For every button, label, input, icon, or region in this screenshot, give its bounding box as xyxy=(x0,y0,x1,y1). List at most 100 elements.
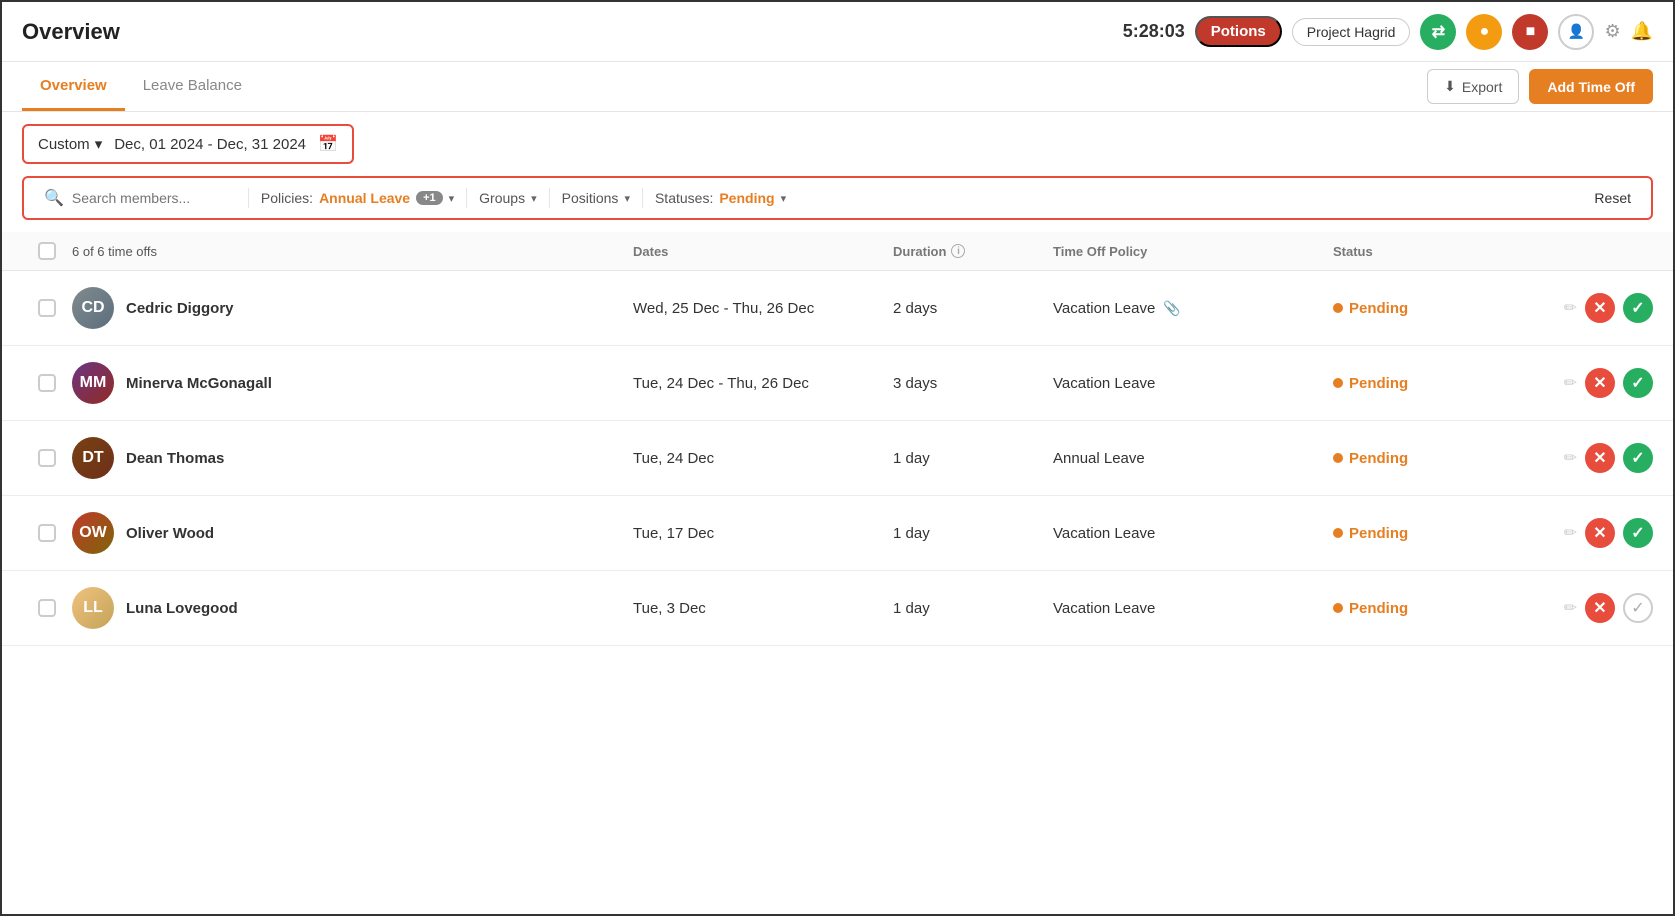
tab-leave-balance[interactable]: Leave Balance xyxy=(125,63,260,111)
policy-cell: Vacation Leave xyxy=(1053,525,1333,542)
divider-2 xyxy=(549,188,550,208)
row-checkbox[interactable] xyxy=(38,524,56,542)
duration-info-icon[interactable]: i xyxy=(951,244,965,258)
member-cell: MM Minerva McGonagall xyxy=(72,362,633,404)
deny-button[interactable]: ✕ xyxy=(1585,593,1615,623)
table-row: CD Cedric Diggory Wed, 25 Dec - Thu, 26 … xyxy=(2,271,1673,346)
time-off-table: 6 of 6 time offs Dates Duration i Time O… xyxy=(2,232,1673,646)
potions-badge[interactable]: Potions xyxy=(1195,16,1282,47)
row-checkbox[interactable] xyxy=(38,449,56,467)
status-dot-icon xyxy=(1333,603,1343,613)
avatar: MM xyxy=(72,362,114,404)
duration-cell: 3 days xyxy=(893,375,1053,392)
policy-name: Vacation Leave xyxy=(1053,375,1155,392)
avatar: DT xyxy=(72,437,114,479)
status-text: Pending xyxy=(1349,600,1408,617)
divider-1 xyxy=(466,188,467,208)
dates-cell: Tue, 3 Dec xyxy=(633,600,893,617)
deny-button[interactable]: ✕ xyxy=(1585,518,1615,548)
notifications-icon-button[interactable]: 🔔 xyxy=(1631,21,1653,42)
dates-cell: Wed, 25 Dec - Thu, 26 Dec xyxy=(633,300,893,317)
groups-chevron-icon: ▾ xyxy=(531,192,537,205)
edit-button[interactable]: ✏ xyxy=(1564,298,1577,318)
header-time: 5:28:03 xyxy=(1123,21,1185,42)
status-text: Pending xyxy=(1349,450,1408,467)
table-row: LL Luna Lovegood Tue, 3 Dec 1 day Vacati… xyxy=(2,571,1673,646)
edit-button[interactable]: ✏ xyxy=(1564,598,1577,618)
dates-cell: Tue, 24 Dec - Thu, 26 Dec xyxy=(633,375,893,392)
deny-button[interactable]: ✕ xyxy=(1585,293,1615,323)
positions-filter[interactable]: Positions ▾ xyxy=(562,190,630,206)
reset-button[interactable]: Reset xyxy=(1594,190,1631,206)
custom-dropdown[interactable]: Custom ▾ xyxy=(38,135,102,153)
header-right: 5:28:03 Potions Project Hagrid ⇄ ● ■ 👤 ⚙… xyxy=(1123,14,1653,50)
search-icon: 🔍 xyxy=(44,188,64,208)
custom-label-text: Custom xyxy=(38,136,90,153)
stop-icon-button[interactable]: ■ xyxy=(1512,14,1548,50)
approve-ghost-button[interactable]: ✓ xyxy=(1623,593,1653,623)
custom-chevron-icon: ▾ xyxy=(95,135,103,153)
member-cell: CD Cedric Diggory xyxy=(72,287,633,329)
person-icon-button[interactable]: 👤 xyxy=(1558,14,1594,50)
edit-button[interactable]: ✏ xyxy=(1564,373,1577,393)
avatar-image: CD xyxy=(72,287,114,329)
row-checkbox-cell xyxy=(22,599,72,617)
approve-button[interactable]: ✓ xyxy=(1623,518,1653,548)
swap-icon-button[interactable]: ⇄ xyxy=(1420,14,1456,50)
groups-filter[interactable]: Groups ▾ xyxy=(479,190,536,206)
select-all-checkbox[interactable] xyxy=(38,242,56,260)
groups-label: Groups xyxy=(479,190,525,206)
policy-header-text: Time Off Policy xyxy=(1053,244,1147,259)
date-filter-box[interactable]: Custom ▾ Dec, 01 2024 - Dec, 31 2024 📅 xyxy=(22,124,354,164)
calendar-icon[interactable]: 📅 xyxy=(318,134,338,154)
edit-button[interactable]: ✏ xyxy=(1564,523,1577,543)
policies-label: Policies: xyxy=(261,190,313,206)
statuses-chevron-icon: ▾ xyxy=(781,192,787,205)
actions-cell: ✏ ✕ ✓ xyxy=(1533,518,1653,548)
status-icon-button[interactable]: ● xyxy=(1466,14,1502,50)
approve-button[interactable]: ✓ xyxy=(1623,293,1653,323)
policies-filter[interactable]: Policies: Annual Leave +1 ▾ xyxy=(261,190,454,206)
row-checkbox[interactable] xyxy=(38,299,56,317)
approve-button[interactable]: ✓ xyxy=(1623,368,1653,398)
row-checkbox-cell xyxy=(22,374,72,392)
status-cell: Pending xyxy=(1333,450,1533,467)
select-all-cell xyxy=(22,242,72,260)
member-cell: DT Dean Thomas xyxy=(72,437,633,479)
statuses-value: Pending xyxy=(719,190,774,206)
policy-name: Vacation Leave xyxy=(1053,300,1155,317)
status-dot-icon xyxy=(1333,528,1343,538)
deny-button[interactable]: ✕ xyxy=(1585,368,1615,398)
avatar-image: LL xyxy=(72,587,114,629)
row-checkbox[interactable] xyxy=(38,599,56,617)
attachment-icon: 📎 xyxy=(1163,300,1180,317)
policies-value: Annual Leave xyxy=(319,190,410,206)
policies-count-badge: +1 xyxy=(416,191,443,205)
approve-button[interactable]: ✓ xyxy=(1623,443,1653,473)
row-checkbox[interactable] xyxy=(38,374,56,392)
date-range-text: Dec, 01 2024 - Dec, 31 2024 xyxy=(114,136,306,153)
settings-icon-button[interactable]: ⚙ xyxy=(1604,21,1620,42)
table-row: MM Minerva McGonagall Tue, 24 Dec - Thu,… xyxy=(2,346,1673,421)
deny-button[interactable]: ✕ xyxy=(1585,443,1615,473)
add-timeoff-button[interactable]: Add Time Off xyxy=(1529,69,1653,104)
avatar: CD xyxy=(72,287,114,329)
project-badge[interactable]: Project Hagrid xyxy=(1292,18,1411,46)
tab-overview[interactable]: Overview xyxy=(22,63,125,111)
avatar: OW xyxy=(72,512,114,554)
edit-button[interactable]: ✏ xyxy=(1564,448,1577,468)
dates-cell: Tue, 24 Dec xyxy=(633,450,893,467)
member-cell: LL Luna Lovegood xyxy=(72,587,633,629)
avatar-image: OW xyxy=(72,512,114,554)
duration-cell: 1 day xyxy=(893,600,1053,617)
duration-header: Duration i xyxy=(893,244,1053,259)
search-input[interactable] xyxy=(72,190,232,206)
statuses-filter[interactable]: Statuses: Pending ▾ xyxy=(655,190,786,206)
export-icon: ⬇ xyxy=(1444,78,1456,95)
policy-header: Time Off Policy xyxy=(1053,244,1333,259)
export-button[interactable]: ⬇ Export xyxy=(1427,69,1519,104)
policy-name: Vacation Leave xyxy=(1053,600,1155,617)
avatar-image: MM xyxy=(72,362,114,404)
app-header: Overview 5:28:03 Potions Project Hagrid … xyxy=(2,2,1673,62)
status-text: Pending xyxy=(1349,300,1408,317)
